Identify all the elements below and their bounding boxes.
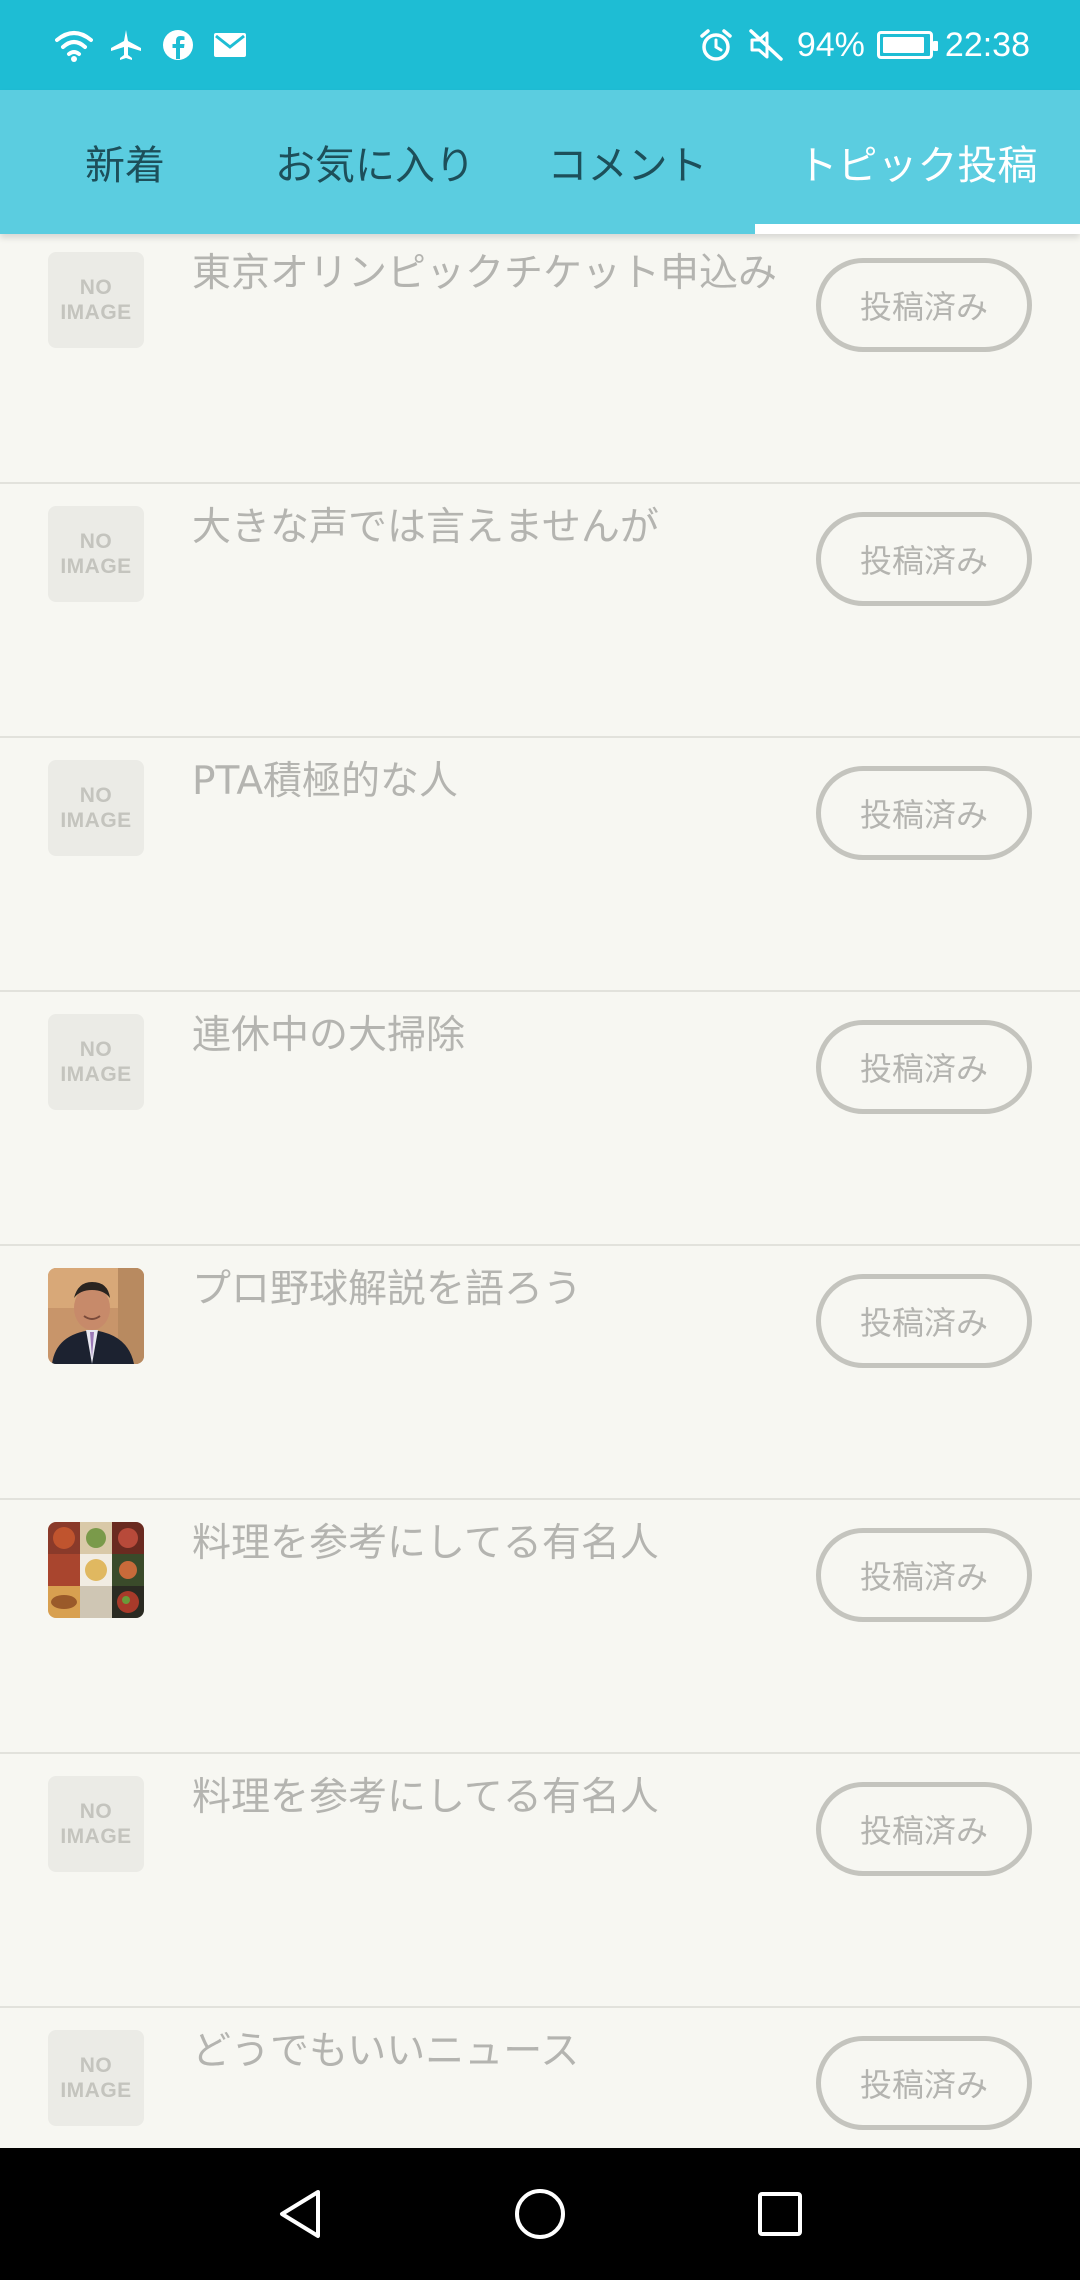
posted-button[interactable]: 投稿済み bbox=[816, 766, 1032, 860]
topic-title: 大きな声では言えませんが bbox=[192, 505, 659, 550]
list-item[interactable]: プロ野球解説を語ろう 投稿済み bbox=[0, 1246, 1080, 1500]
recents-button[interactable] bbox=[740, 2174, 820, 2254]
no-image-text-line2: IMAGE bbox=[60, 809, 132, 832]
no-image-text-line2: IMAGE bbox=[60, 1825, 132, 1848]
list-item[interactable]: NO IMAGE PTA積極的な人 投稿済み bbox=[0, 738, 1080, 992]
tab-bar: 新着 お気に入り コメント トピック投稿 bbox=[0, 90, 1080, 234]
alarm-icon bbox=[697, 26, 735, 64]
no-image-placeholder: NO IMAGE bbox=[48, 252, 144, 348]
no-image-text-line1: NO bbox=[79, 784, 113, 807]
list-item[interactable]: NO IMAGE どうでもいいニュース 投稿済み bbox=[0, 2008, 1080, 2148]
no-image-text-line1: NO bbox=[79, 1038, 113, 1061]
tab-favorites[interactable]: お気に入り bbox=[250, 90, 500, 234]
topic-title: 連休中の大掃除 bbox=[192, 1013, 466, 1058]
status-left-icons bbox=[55, 26, 249, 64]
mute-icon bbox=[747, 26, 785, 64]
airplane-icon bbox=[107, 26, 145, 64]
topic-title: 料理を参考にしてる有名人 bbox=[192, 1521, 659, 1566]
topic-title: プロ野球解説を語ろう bbox=[192, 1267, 583, 1312]
no-image-text-line2: IMAGE bbox=[60, 555, 132, 578]
list-item[interactable]: 料理を参考にしてる有名人 投稿済み bbox=[0, 1500, 1080, 1754]
topic-title: どうでもいいニュース bbox=[192, 2029, 580, 2074]
no-image-text-line1: NO bbox=[79, 276, 113, 299]
topic-title: PTA積極的な人 bbox=[192, 759, 458, 804]
status-right-icons: 94% 22:38 bbox=[697, 26, 1030, 65]
posted-button[interactable]: 投稿済み bbox=[816, 258, 1032, 352]
topic-title: 東京オリンピックチケット申込み bbox=[192, 251, 778, 296]
no-image-placeholder: NO IMAGE bbox=[48, 1776, 144, 1872]
no-image-text-line2: IMAGE bbox=[60, 301, 132, 324]
posted-button[interactable]: 投稿済み bbox=[816, 1528, 1032, 1622]
mail-icon bbox=[211, 26, 249, 64]
topic-title: 料理を参考にしてる有名人 bbox=[192, 1775, 659, 1820]
system-navigation-bar bbox=[0, 2148, 1080, 2280]
tab-topic-posts[interactable]: トピック投稿 bbox=[755, 90, 1080, 234]
posted-button[interactable]: 投稿済み bbox=[816, 1274, 1032, 1368]
battery-percent: 94% bbox=[796, 25, 865, 64]
no-image-text-line1: NO bbox=[79, 1800, 113, 1823]
no-image-placeholder: NO IMAGE bbox=[48, 1014, 144, 1110]
back-button[interactable] bbox=[260, 2174, 340, 2254]
tab-new[interactable]: 新着 bbox=[0, 90, 250, 234]
battery-level bbox=[882, 37, 925, 53]
no-image-text-line2: IMAGE bbox=[60, 1063, 132, 1086]
no-image-placeholder: NO IMAGE bbox=[48, 506, 144, 602]
wifi-icon bbox=[55, 26, 93, 64]
battery-icon bbox=[876, 31, 938, 59]
topic-post-list-content: NO IMAGE 東京オリンピックチケット申込み 投稿済み NO IMAGE 大… bbox=[0, 234, 1080, 2148]
food-photo bbox=[48, 1522, 144, 1618]
no-image-text-line1: NO bbox=[79, 2054, 113, 2077]
topic-post-list[interactable]: NO IMAGE 東京オリンピックチケット申込み 投稿済み NO IMAGE 大… bbox=[0, 234, 1080, 2148]
no-image-text-line1: NO bbox=[79, 530, 113, 553]
posted-button[interactable]: 投稿済み bbox=[816, 1020, 1032, 1114]
person-photo bbox=[48, 1268, 144, 1364]
clock: 22:38 bbox=[944, 25, 1030, 64]
home-button[interactable] bbox=[500, 2174, 580, 2254]
list-item[interactable]: NO IMAGE 東京オリンピックチケット申込み 投稿済み bbox=[0, 234, 1080, 484]
home-icon bbox=[515, 2189, 565, 2239]
status-bar: 94% 22:38 bbox=[0, 0, 1080, 90]
person-photo-thumbnail bbox=[48, 1268, 144, 1364]
posted-button[interactable]: 投稿済み bbox=[816, 512, 1032, 606]
back-icon bbox=[280, 2190, 320, 2238]
recents-icon bbox=[758, 2192, 802, 2236]
tab-comments[interactable]: コメント bbox=[500, 90, 755, 234]
food-photo-thumbnail bbox=[48, 1522, 144, 1618]
posted-button[interactable]: 投稿済み bbox=[816, 1782, 1032, 1876]
no-image-placeholder: NO IMAGE bbox=[48, 2030, 144, 2126]
list-item[interactable]: NO IMAGE 料理を参考にしてる有名人 投稿済み bbox=[0, 1754, 1080, 2008]
no-image-text-line2: IMAGE bbox=[60, 2079, 132, 2102]
list-item[interactable]: NO IMAGE 連休中の大掃除 投稿済み bbox=[0, 992, 1080, 1246]
list-item[interactable]: NO IMAGE 大きな声では言えませんが 投稿済み bbox=[0, 484, 1080, 738]
posted-button[interactable]: 投稿済み bbox=[816, 2036, 1032, 2130]
no-image-placeholder: NO IMAGE bbox=[48, 760, 144, 856]
facebook-icon bbox=[159, 26, 197, 64]
